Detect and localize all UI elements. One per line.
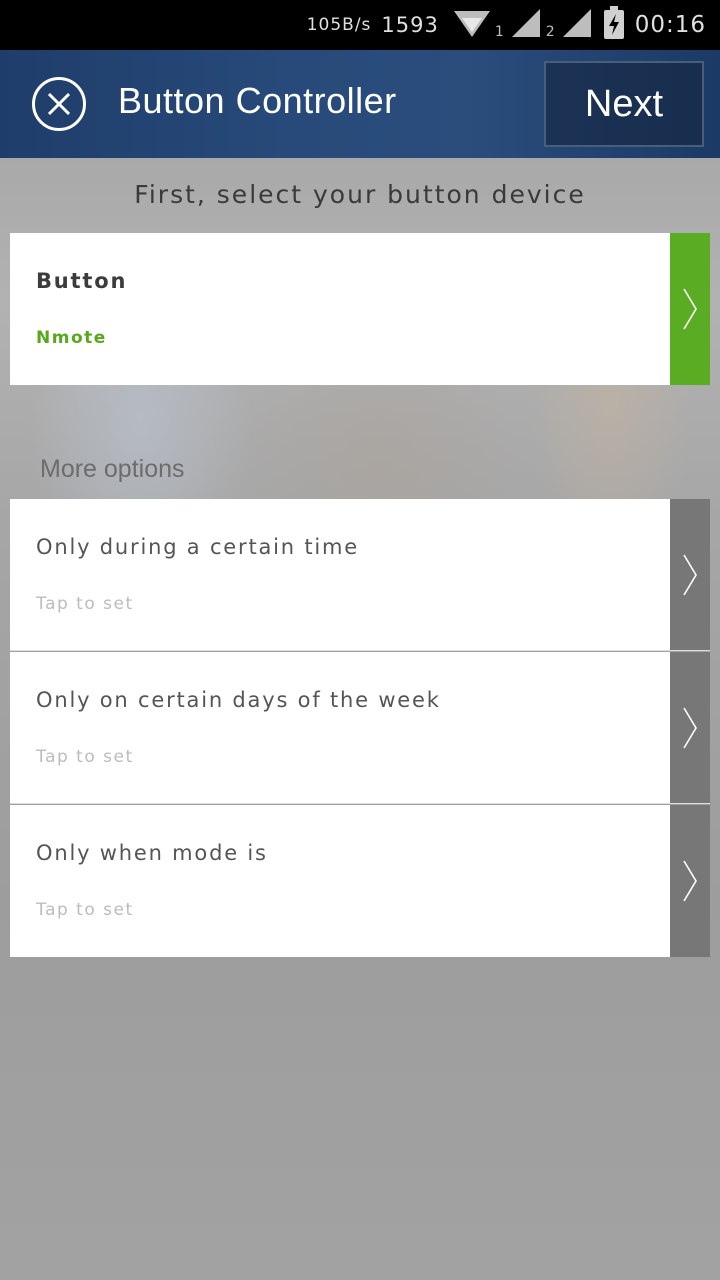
option-title: Only during a certain time [36, 535, 360, 559]
chevron-right-icon [683, 554, 697, 595]
sim1-label: 1 [494, 24, 504, 40]
more-options-heading: More options [40, 455, 185, 483]
close-icon [47, 92, 71, 116]
wifi-icon [453, 8, 491, 42]
network-speed: 105B/s [306, 15, 372, 35]
option-time-item[interactable]: Only during a certain time Tap to set [10, 499, 710, 651]
option-days-item[interactable]: Only on certain days of the week Tap to … [10, 652, 710, 804]
action-bar: Button Controller Next [0, 50, 720, 158]
option-mode-item[interactable]: Only when mode is Tap to set [10, 805, 710, 957]
button-device-item[interactable]: Button Nmote [10, 233, 710, 385]
signal-icon-sim2 [561, 7, 593, 43]
option-subtitle: Tap to set [36, 747, 134, 767]
page-title: Button Controller [118, 80, 397, 121]
device-chevron-button[interactable] [670, 233, 710, 385]
option-title: Only on certain days of the week [36, 688, 441, 712]
next-button[interactable]: Next [544, 61, 704, 147]
signal-icon-sim1 [510, 7, 542, 43]
clock: 00:16 [634, 12, 706, 38]
option-subtitle: Tap to set [36, 594, 134, 614]
status-bar: 105B/s 1593 1 2 00:16 [0, 0, 720, 50]
option-subtitle: Tap to set [36, 900, 134, 920]
battery-charging-icon [603, 6, 625, 44]
sim2-label: 2 [545, 24, 555, 40]
device-title: Button [36, 269, 128, 293]
device-section-heading: First, select your button device [134, 180, 586, 209]
option-mode-chevron[interactable] [670, 805, 710, 957]
chevron-right-icon [683, 288, 697, 330]
device-subtitle: Nmote [36, 328, 107, 348]
close-button[interactable] [32, 77, 86, 131]
chevron-right-icon [683, 707, 697, 748]
notification-count: 1593 [381, 13, 439, 37]
option-days-chevron[interactable] [670, 652, 710, 803]
option-time-chevron[interactable] [670, 499, 710, 650]
chevron-right-icon [683, 860, 697, 902]
option-title: Only when mode is [36, 841, 268, 865]
